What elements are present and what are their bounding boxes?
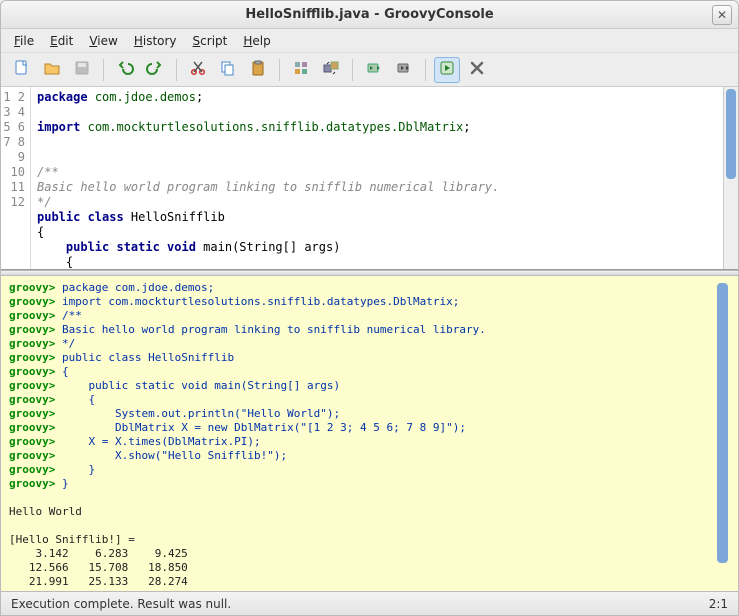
- cut-button[interactable]: [185, 57, 211, 83]
- menu-view[interactable]: View: [82, 31, 124, 51]
- toolbar-separator: [279, 59, 280, 81]
- redo-button[interactable]: [142, 57, 168, 83]
- titlebar: HelloSnifflib.java - GroovyConsole ✕: [1, 1, 738, 29]
- run-script-icon: [438, 59, 456, 80]
- status-message: Execution complete. Result was null.: [11, 597, 231, 611]
- menu-help[interactable]: Help: [236, 31, 277, 51]
- toolbar: [1, 53, 738, 87]
- save-file-button[interactable]: [69, 57, 95, 83]
- console-scrollbar[interactable]: [715, 281, 730, 586]
- new-file-icon: [13, 59, 31, 80]
- run-forward-icon: [395, 59, 413, 80]
- line-number-gutter: 1 2 3 4 5 6 7 8 9 10 11 12: [1, 87, 31, 269]
- save-file-icon: [73, 59, 91, 80]
- open-file-button[interactable]: [39, 57, 65, 83]
- run-back-icon: [365, 59, 383, 80]
- editor-scrollbar[interactable]: [723, 87, 738, 269]
- redo-icon: [146, 59, 164, 80]
- menu-script[interactable]: Script: [186, 31, 235, 51]
- menu-history[interactable]: History: [127, 31, 184, 51]
- menubar: FileEditViewHistoryScriptHelp: [1, 29, 738, 53]
- new-file-button[interactable]: [9, 57, 35, 83]
- scrollbar-thumb[interactable]: [726, 89, 736, 179]
- toolbar-separator: [176, 59, 177, 81]
- menu-file[interactable]: File: [7, 31, 41, 51]
- paste-button[interactable]: [245, 57, 271, 83]
- window-title: HelloSnifflib.java - GroovyConsole: [245, 7, 493, 22]
- toolbar-separator: [352, 59, 353, 81]
- replace-icon: [322, 59, 340, 80]
- menu-edit[interactable]: Edit: [43, 31, 80, 51]
- run-script-button[interactable]: [434, 57, 460, 83]
- cursor-position: 2:1: [709, 597, 728, 611]
- code-area[interactable]: package com.jdoe.demos; import com.mockt…: [31, 87, 723, 269]
- statusbar: Execution complete. Result was null. 2:1: [1, 591, 738, 615]
- undo-button[interactable]: [112, 57, 138, 83]
- copy-button[interactable]: [215, 57, 241, 83]
- console-content: groovy> package com.jdoe.demos; groovy> …: [9, 281, 715, 586]
- stop-button[interactable]: [464, 57, 490, 83]
- run-forward-button[interactable]: [391, 57, 417, 83]
- toolbar-separator: [103, 59, 104, 81]
- window-close-button[interactable]: ✕: [712, 5, 732, 25]
- run-back-button[interactable]: [361, 57, 387, 83]
- stop-icon: [468, 59, 486, 80]
- paste-icon: [249, 59, 267, 80]
- copy-icon: [219, 59, 237, 80]
- close-icon: ✕: [717, 8, 727, 22]
- output-console[interactable]: groovy> package com.jdoe.demos; groovy> …: [1, 276, 738, 591]
- cut-icon: [189, 59, 207, 80]
- find-button[interactable]: [288, 57, 314, 83]
- find-icon: [292, 59, 310, 80]
- open-file-icon: [43, 59, 61, 80]
- toolbar-separator: [425, 59, 426, 81]
- undo-icon: [116, 59, 134, 80]
- scrollbar-thumb[interactable]: [717, 283, 728, 563]
- replace-button[interactable]: [318, 57, 344, 83]
- editor-pane: 1 2 3 4 5 6 7 8 9 10 11 12 package com.j…: [1, 87, 738, 270]
